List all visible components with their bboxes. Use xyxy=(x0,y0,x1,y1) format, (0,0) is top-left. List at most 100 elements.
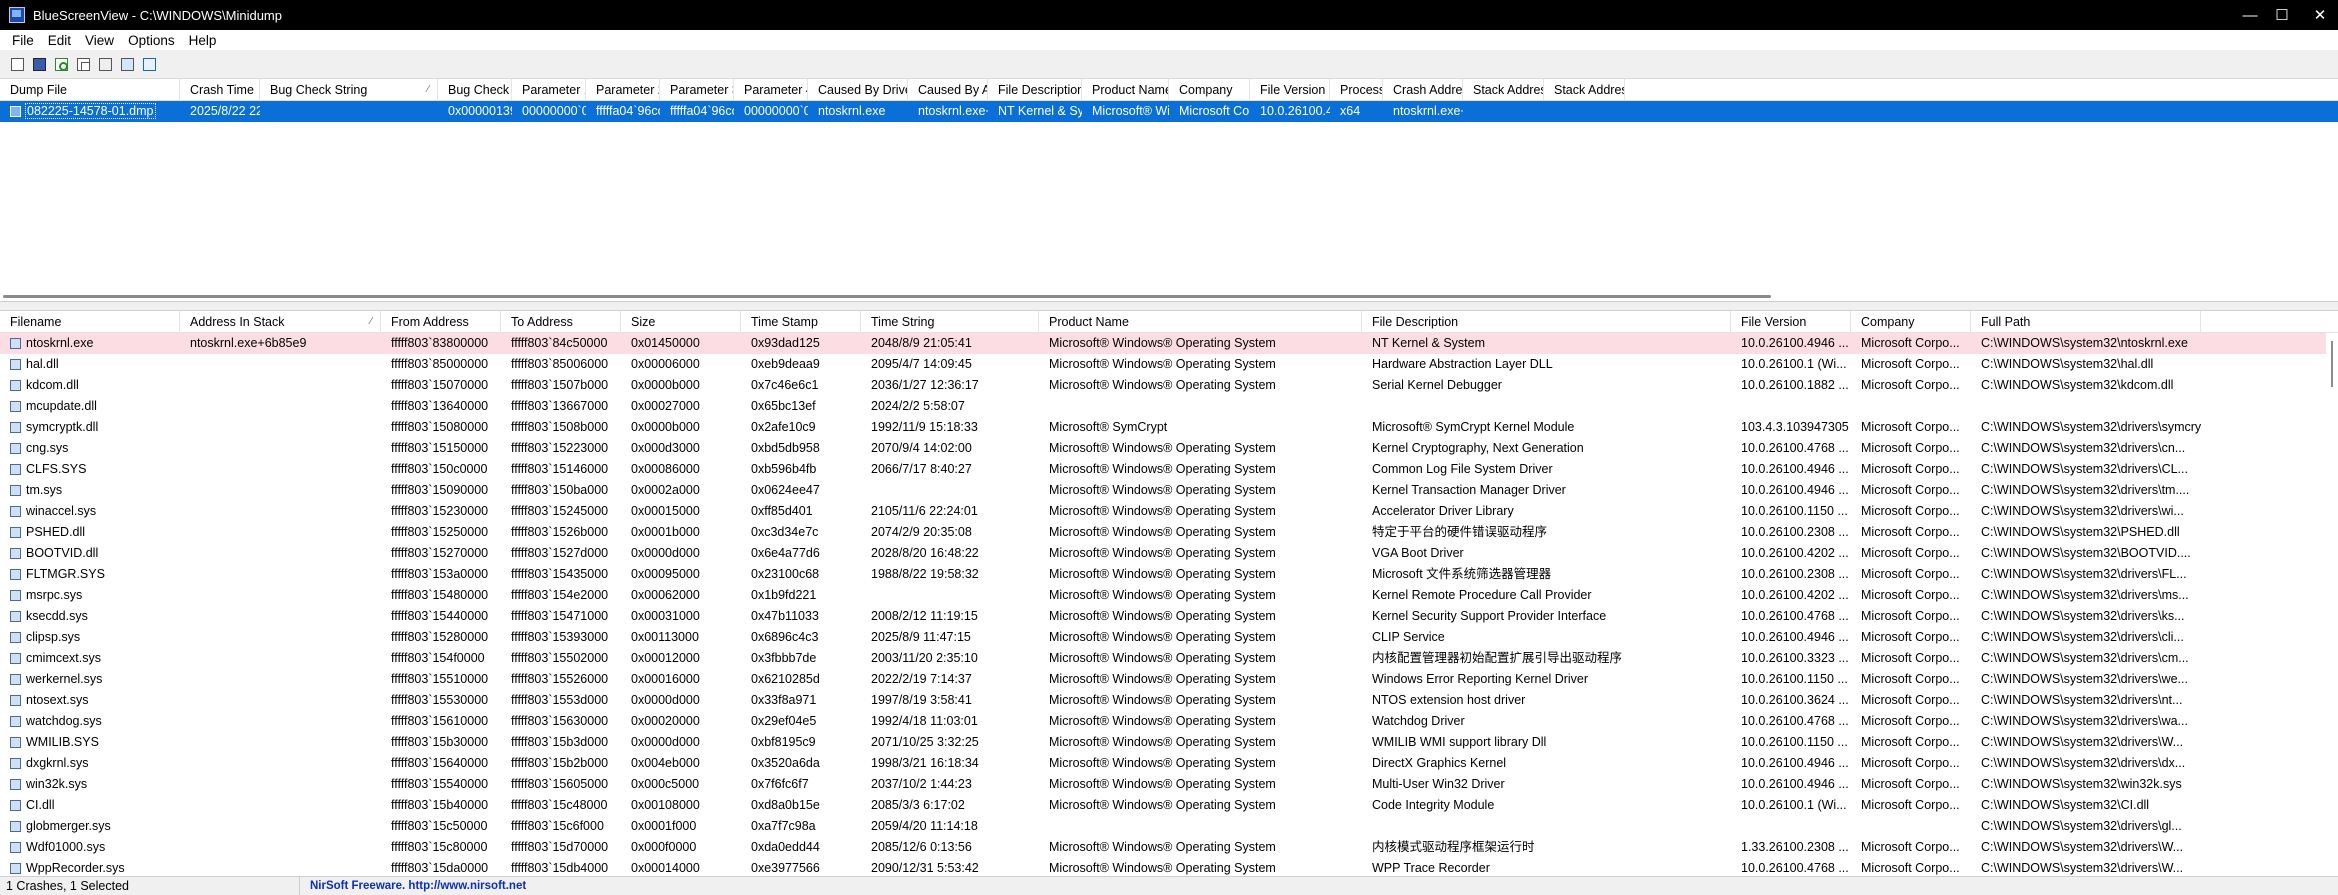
column-header-file-description[interactable]: File Description xyxy=(1362,311,1731,333)
cell-size: 0x0001f000 xyxy=(631,819,697,833)
column-header-company[interactable]: Company xyxy=(1169,79,1250,101)
pane-splitter[interactable] xyxy=(0,302,2338,311)
cell-full-path: C:\WINDOWS\system32\CI.dll xyxy=(1981,798,2150,812)
column-header-crash-time[interactable]: Crash Time xyxy=(180,79,260,101)
table-row[interactable]: cmimcext.sys fffff803`154f0000 fffff803`15… xyxy=(0,648,2338,669)
cell-full-path: C:\WINDOWS\system32\drivers\W... xyxy=(1981,861,2184,875)
column-header-parameter-1[interactable]: Parameter 1 xyxy=(512,79,586,101)
column-header-parameter-2[interactable]: Parameter 2 xyxy=(586,79,660,101)
column-header-crash-address[interactable]: Crash Address xyxy=(1383,79,1463,101)
column-header-parameter-4[interactable]: Parameter 4 xyxy=(734,79,808,101)
table-row[interactable]: BOOTVID.dll fffff803`15270000 fffff803`152… xyxy=(0,543,2338,564)
column-header-label: Size xyxy=(631,315,656,329)
column-header-file-version[interactable]: File Version xyxy=(1250,79,1330,101)
menu-help[interactable]: Help xyxy=(182,33,224,48)
menu-file[interactable]: File xyxy=(5,33,41,48)
vertical-scroll-thumb[interactable] xyxy=(2331,341,2333,387)
column-header-bug-check-code[interactable]: Bug Check Code xyxy=(438,79,512,101)
table-row[interactable]: globmerger.sys fffff803`15c50000 fffff803`… xyxy=(0,816,2338,837)
table-row[interactable]: WppRecorder.sys fffff803`15da0000 fffff803… xyxy=(0,858,2338,876)
table-row[interactable]: cng.sys fffff803`15150000 fffff803`1522300… xyxy=(0,438,2338,459)
column-header-dump-file[interactable]: Dump File xyxy=(0,79,180,101)
column-header-processor[interactable]: Processor xyxy=(1330,79,1383,101)
cell-file-version: 10.0.26100.1 (Wi... xyxy=(1741,357,1847,371)
menu-edit[interactable]: Edit xyxy=(41,33,78,48)
driver-list-vertical-scrollbar[interactable] xyxy=(2326,333,2338,876)
cell-from-address: fffff803`13640000 xyxy=(391,399,489,413)
horizontal-scroll-thumb[interactable] xyxy=(3,295,1771,298)
column-header-file-version[interactable]: File Version xyxy=(1731,311,1851,333)
nirsoft-link[interactable]: NirSoft Freeware. http://www.nirsoft.net xyxy=(300,880,526,892)
cell-product-name: Microsoft® Windows® Operating System xyxy=(1049,777,1276,791)
copy-icon[interactable] xyxy=(75,56,92,73)
table-row[interactable]: 082225-14578-01.dmp 2025/8/22 22:46:... 0x… xyxy=(0,101,2338,122)
column-header-time-stamp[interactable]: Time Stamp xyxy=(741,311,861,333)
exit-icon[interactable] xyxy=(141,56,158,73)
column-header-address-in-stack[interactable]: Address In Stack ⁄ xyxy=(180,311,381,333)
column-header-file-description[interactable]: File Description xyxy=(988,79,1082,101)
menu-options[interactable]: Options xyxy=(121,33,182,48)
cell-time-string: 2085/3/3 6:17:02 xyxy=(871,798,965,812)
refresh-icon[interactable] xyxy=(53,56,70,73)
column-header-bug-check-string[interactable]: Bug Check String ⁄ xyxy=(260,79,438,101)
table-row[interactable]: CI.dll fffff803`15b40000 fffff803`15c48000… xyxy=(0,795,2338,816)
column-header-filename[interactable]: Filename xyxy=(0,311,180,333)
menu-view[interactable]: View xyxy=(78,33,121,48)
table-row[interactable]: ntosext.sys fffff803`15530000 fffff803`155… xyxy=(0,690,2338,711)
cell-file-description: WPP Trace Recorder xyxy=(1372,861,1490,875)
cell-size: 0x0000b000 xyxy=(631,420,700,434)
column-header-stack-address-2[interactable]: Stack Address 2 xyxy=(1544,79,1625,101)
cell-company: Microsoft Corpo... xyxy=(1179,104,1250,118)
table-row[interactable]: winaccel.sys fffff803`15230000 fffff803`15… xyxy=(0,501,2338,522)
table-row[interactable]: werkernel.sys fffff803`15510000 fffff803`1… xyxy=(0,669,2338,690)
table-row[interactable]: dxgkrnl.sys fffff803`15640000 fffff803`15b… xyxy=(0,753,2338,774)
properties-sheet-icon[interactable] xyxy=(9,56,26,73)
table-row[interactable]: ntoskrnl.exe ntoskrnl.exe+6b85e9 fffff803`… xyxy=(0,333,2338,354)
cell-file-description: Kernel Security Support Provider Interfa… xyxy=(1372,609,1607,623)
column-header-caused-by-addr[interactable]: Caused By Addr... xyxy=(908,79,988,101)
table-row[interactable]: kdcom.dll fffff803`15070000 fffff803`1507b… xyxy=(0,375,2338,396)
table-row[interactable]: clipsp.sys fffff803`15280000 fffff803`1539… xyxy=(0,627,2338,648)
status-bar: 1 Crashes, 1 Selected NirSoft Freeware. … xyxy=(0,876,2338,895)
cell-to-address: fffff803`15c48000 xyxy=(511,798,608,812)
column-header-label: Caused By Driver xyxy=(818,83,908,97)
table-row[interactable]: FLTMGR.SYS fffff803`153a0000 fffff803`1543… xyxy=(0,564,2338,585)
table-row[interactable]: win32k.sys fffff803`15540000 fffff803`1560… xyxy=(0,774,2338,795)
column-header-stack-address-1[interactable]: Stack Address 1 xyxy=(1463,79,1544,101)
column-header-product-name[interactable]: Product Name xyxy=(1039,311,1362,333)
column-header-parameter-3[interactable]: Parameter 3 xyxy=(660,79,734,101)
table-row[interactable]: ksecdd.sys fffff803`15440000 fffff803`1547… xyxy=(0,606,2338,627)
advanced-options-icon[interactable] xyxy=(97,56,114,73)
save-icon[interactable] xyxy=(31,56,48,73)
column-header-from-address[interactable]: From Address xyxy=(381,311,501,333)
crash-list-horizontal-scrollbar[interactable] xyxy=(0,293,2338,301)
toolbar xyxy=(0,50,2338,79)
table-row[interactable]: msrpc.sys fffff803`15480000 fffff803`154e2… xyxy=(0,585,2338,606)
cell-product-name: Microsoft® Windows® Operating System xyxy=(1049,462,1276,476)
column-header-time-string[interactable]: Time String xyxy=(861,311,1039,333)
column-header-product-name[interactable]: Product Name xyxy=(1082,79,1169,101)
table-row[interactable]: CLFS.SYS fffff803`150c0000 fffff803`151460… xyxy=(0,459,2338,480)
table-row[interactable]: WMILIB.SYS fffff803`15b30000 fffff803`15b3… xyxy=(0,732,2338,753)
close-icon[interactable]: ✕ xyxy=(2302,0,2338,30)
cell-company xyxy=(1851,396,1971,417)
cell-product-name: Microsoft® Windows® Operating System xyxy=(1049,567,1276,581)
table-row[interactable]: symcryptk.dll fffff803`15080000 fffff803`1… xyxy=(0,417,2338,438)
table-row[interactable]: mcupdate.dll fffff803`13640000 fffff803`13… xyxy=(0,396,2338,417)
cell-address-in-stack xyxy=(180,711,381,732)
html-report-icon[interactable] xyxy=(119,56,136,73)
cell-size: 0x000f0000 xyxy=(631,840,697,854)
column-header-full-path[interactable]: Full Path xyxy=(1971,311,2201,333)
column-header-label: Stack Address 2 xyxy=(1554,83,1624,97)
table-row[interactable]: watchdog.sys fffff803`15610000 fffff803`15… xyxy=(0,711,2338,732)
table-row[interactable]: PSHED.dll fffff803`15250000 fffff803`1526b… xyxy=(0,522,2338,543)
cell-file-description: VGA Boot Driver xyxy=(1372,546,1464,560)
column-header-to-address[interactable]: To Address xyxy=(501,311,621,333)
column-header-company[interactable]: Company xyxy=(1851,311,1971,333)
column-header-caused-by-driver[interactable]: Caused By Driver xyxy=(808,79,908,101)
column-header-size[interactable]: Size xyxy=(621,311,741,333)
table-row[interactable]: Wdf01000.sys fffff803`15c80000 fffff803`15… xyxy=(0,837,2338,858)
table-row[interactable]: tm.sys fffff803`15090000 fffff803`150ba000… xyxy=(0,480,2338,501)
table-row[interactable]: hal.dll fffff803`85000000 fffff803`8500600… xyxy=(0,354,2338,375)
cell-address-in-stack xyxy=(180,564,381,585)
